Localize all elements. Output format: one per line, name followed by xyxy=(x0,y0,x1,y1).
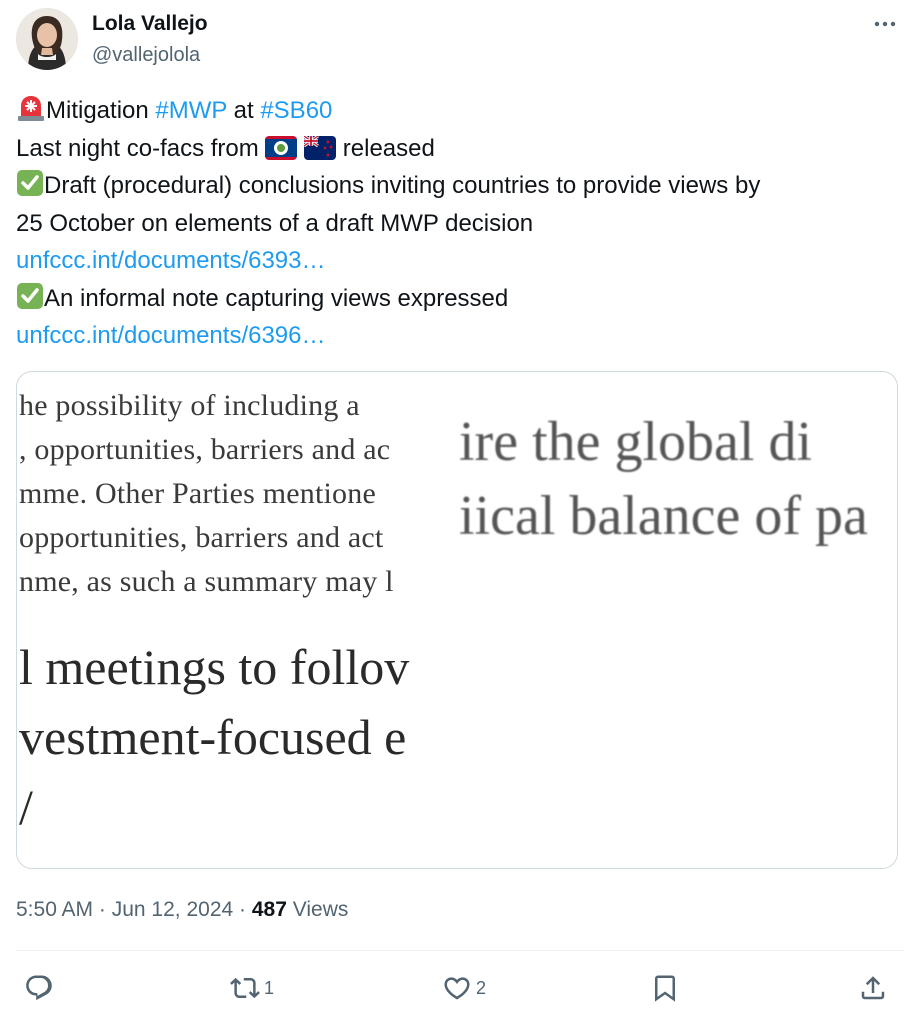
hashtag-link[interactable]: #MWP xyxy=(155,97,227,124)
document-excerpt-right: ire the global di iical balance of pa xyxy=(457,372,897,868)
document-text-line: , opportunities, barriers and ac xyxy=(19,433,391,466)
check-mark-emoji-icon xyxy=(16,169,44,209)
document-link[interactable]: unfccc.int/documents/6393… xyxy=(16,247,326,274)
document-text-line: l meetings to follov xyxy=(19,639,410,695)
document-text-line: vestment-focused e xyxy=(19,709,407,765)
document-link[interactable]: unfccc.int/documents/6396… xyxy=(16,322,326,349)
tweet-text-segment: An informal note capturing views express… xyxy=(44,284,509,312)
hashtag-link[interactable]: #SB60 xyxy=(260,97,332,124)
action-bar: 1 2 xyxy=(16,966,905,1010)
like-icon xyxy=(444,977,470,1000)
tweet-text-segment: at xyxy=(226,97,261,124)
check-mark-emoji-icon xyxy=(16,282,44,322)
document-text-line: nme, as such a summary may l xyxy=(19,565,394,598)
document-text-line: ire the global di xyxy=(459,411,813,473)
like-button[interactable]: 2 xyxy=(442,966,486,1010)
document-excerpt-left: he possibility of including a , opportun… xyxy=(17,372,457,868)
meta-separator: · xyxy=(93,898,112,921)
author-handle[interactable]: @vallejolola xyxy=(92,42,208,68)
tweet-time[interactable]: 5:50 AM xyxy=(16,898,93,921)
meta-separator: · xyxy=(233,898,252,921)
author-display-name[interactable]: Lola Vallejo xyxy=(92,12,208,36)
tweet-text-segment: Mitigation xyxy=(46,97,156,124)
document-text-line: mme. Other Parties mentione xyxy=(19,477,376,510)
retweet-button[interactable]: 1 xyxy=(230,966,274,1010)
tweet-line: 25 October on elements of a draft MWP de… xyxy=(16,205,905,243)
tweet-text-segment: released xyxy=(336,134,435,162)
tweet-line: unfccc.int/documents/6396… xyxy=(16,317,905,355)
tweet-text-segment: Last night co-facs from xyxy=(16,134,266,162)
retweet-count: 1 xyxy=(264,977,275,998)
tweet-header: Lola Vallejo @vallejolola xyxy=(16,8,905,72)
attached-image[interactable]: he possibility of including a , opportun… xyxy=(16,371,898,869)
reply-button[interactable] xyxy=(24,966,58,1010)
tweet-text: Mitigation #MWP at #SB60 Last night co-f… xyxy=(16,92,905,355)
share-button[interactable] xyxy=(858,966,888,1010)
more-icon xyxy=(874,21,896,27)
bookmark-button[interactable] xyxy=(650,966,680,1010)
tweet-date[interactable]: Jun 12, 2024 xyxy=(112,898,233,921)
tweet-line: unfccc.int/documents/6393… xyxy=(16,242,905,280)
document-text-line: / xyxy=(19,779,33,835)
tweet-text-segment: Draft (procedural) conclusions inviting … xyxy=(44,172,761,199)
divider xyxy=(16,950,905,951)
share-icon xyxy=(861,976,885,1000)
document-text-line: opportunities, barriers and act xyxy=(19,521,384,554)
tweet-line: Last night co-facs from released xyxy=(16,130,905,168)
document-text-line: he possibility of including a xyxy=(19,389,360,422)
views-count[interactable]: 487 xyxy=(252,898,287,921)
tweet-line: An informal note capturing views express… xyxy=(16,280,905,318)
tweet-line: Mitigation #MWP at #SB60 xyxy=(16,92,905,130)
reply-icon xyxy=(26,975,52,1001)
views-label: Views xyxy=(286,898,349,921)
new-zealand-flag-icon xyxy=(303,134,337,172)
more-options-button[interactable] xyxy=(869,10,901,38)
avatar[interactable] xyxy=(16,8,78,70)
retweet-icon xyxy=(230,977,260,999)
tweet-text-segment: 25 October on elements of a draft MWP de… xyxy=(16,209,534,237)
document-text-line: iical balance of pa xyxy=(459,485,868,547)
siren-emoji-icon xyxy=(16,94,46,134)
belize-flag-icon xyxy=(265,134,298,172)
tweet-meta: 5:50 AM · Jun 12, 2024 · 487 Views xyxy=(16,896,348,924)
bookmark-icon xyxy=(655,975,675,1002)
like-count: 2 xyxy=(476,977,487,998)
tweet-line: Draft (procedural) conclusions inviting … xyxy=(16,167,905,205)
